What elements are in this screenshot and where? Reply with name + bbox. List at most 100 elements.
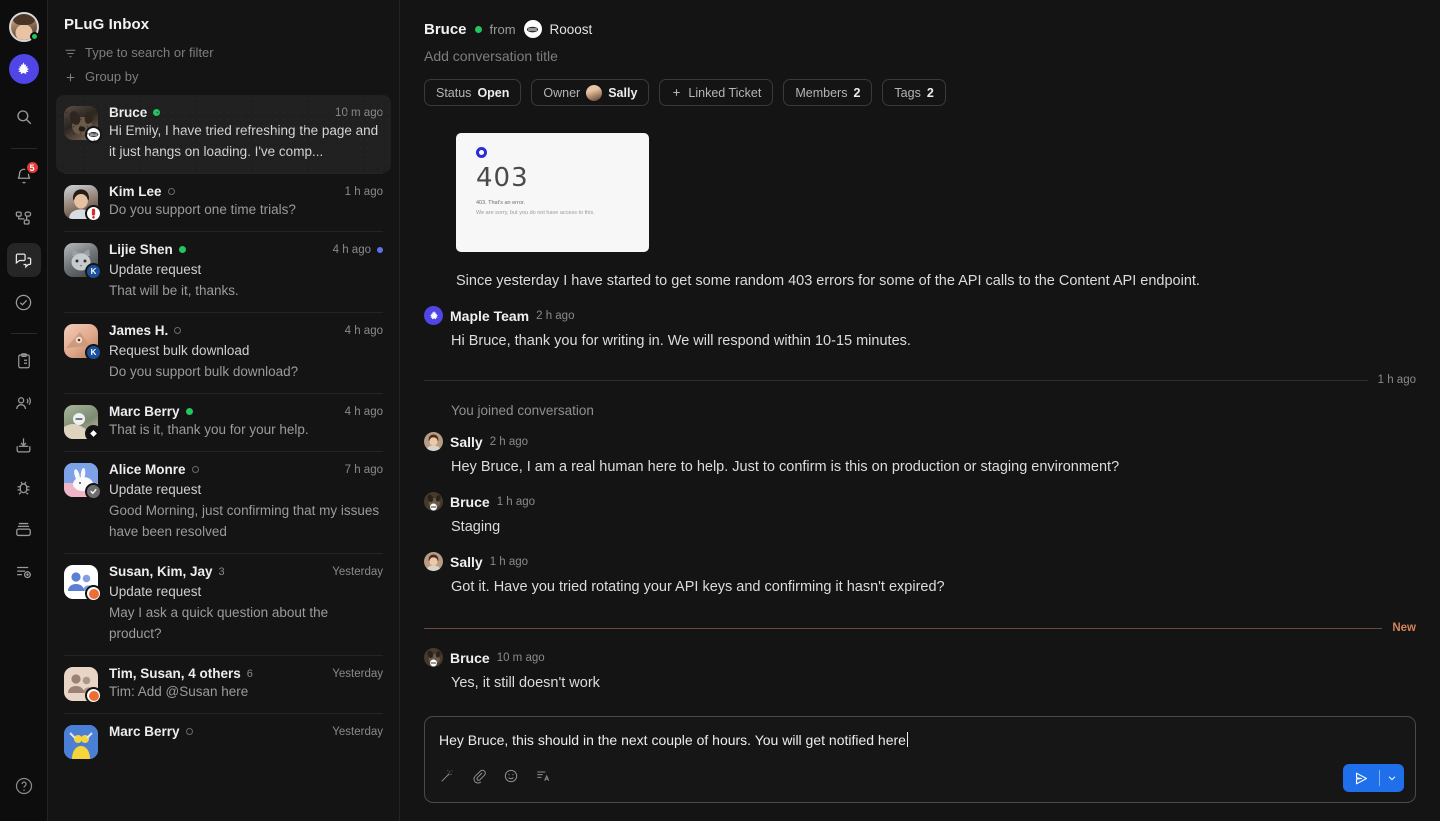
list-item[interactable]: Marc Berry Yesterday — [56, 714, 391, 770]
list-item-time: 4 h ago — [333, 244, 383, 256]
list-item[interactable]: Alice Monre 7 h ago Update request Good Mor… — [56, 452, 391, 553]
search-input[interactable]: Type to search or filter — [48, 41, 399, 65]
list-item-body: Bruce 10 m ago Hi Emily, I have tried refr… — [109, 105, 383, 162]
sidebar-item-workflows[interactable] — [7, 201, 41, 235]
app-root: 5 PLuG Inbox Type to search or filter Gr… — [0, 0, 1440, 821]
list-item[interactable]: Susan, Kim, Jay 3 Yesterday Update request M… — [56, 554, 391, 655]
text-caret — [906, 732, 908, 747]
sidebar-item-downloads[interactable] — [7, 428, 41, 462]
list-item-subject: Request bulk download — [109, 343, 250, 358]
conversation-panel: Bruce from Rooost Add conversation title… — [400, 0, 1440, 821]
chip-tags[interactable]: Tags 2 — [882, 79, 946, 106]
list-item-body: Lijie Shen 4 h ago Update request That will… — [109, 242, 383, 301]
message: Maple Team 2 h ago Hi Bruce, thank you for… — [424, 306, 1416, 352]
avatar — [64, 725, 98, 759]
chip-value: Open — [477, 85, 510, 100]
attachment-403-screenshot[interactable]: 403 403. That's an error. We are sorry, … — [456, 133, 649, 252]
list-item-snippet: Hi Emily, I have tried refreshing the pa… — [109, 123, 379, 159]
list-item-name: Susan, Kim, Jay — [109, 564, 213, 579]
presence-offline-indicator — [167, 188, 175, 195]
workflow-nodes-icon — [14, 209, 33, 228]
sidebar-item-conversations[interactable] — [6, 243, 41, 277]
help-button[interactable] — [7, 769, 41, 803]
presence-offline-indicator — [191, 466, 199, 473]
rail-divider-2 — [10, 333, 37, 334]
sidebar-item-search[interactable] — [7, 100, 41, 134]
owner-avatar — [586, 84, 603, 101]
list-item[interactable]: Tim, Susan, 4 others 6 Yesterday Tim: Add @… — [56, 656, 391, 713]
message-time: 2 h ago — [489, 435, 529, 448]
brand-logo-maple[interactable] — [8, 54, 39, 84]
message-author: Maple Team — [450, 307, 530, 324]
message-composer[interactable]: Hey Bruce, this should in the next coupl… — [424, 716, 1416, 803]
list-item-header: Susan, Kim, Jay 3 Yesterday — [109, 564, 383, 579]
message-body: Yes, it still doesn't work — [451, 675, 600, 691]
avatar — [64, 463, 102, 500]
divider-line — [424, 379, 1368, 381]
conversation-header: Bruce from Rooost Add conversation title… — [400, 0, 1440, 106]
chip-owner[interactable]: Owner Sally — [531, 79, 650, 106]
presence-online-indicator — [153, 109, 161, 116]
paperclip-icon[interactable] — [471, 768, 487, 784]
filter-icon — [64, 47, 77, 60]
conversation-list[interactable]: Bruce 10 m ago Hi Emily, I have tried refr… — [48, 89, 399, 821]
list-item-subject: Update request — [109, 584, 202, 599]
error-logo-icon — [476, 147, 487, 158]
chip-linked-ticket[interactable]: Linked Ticket — [659, 79, 774, 106]
list-item-body: Marc Berry 4 h ago That is it, thank you f… — [109, 404, 383, 440]
chip-status[interactable]: Status Open — [424, 79, 522, 106]
error-line-2: We are sorry, but you do not have access… — [476, 210, 595, 216]
list-item[interactable]: K Lijie Shen 4 h ago Update request That wil… — [56, 232, 391, 312]
org-name: Rooost — [549, 21, 593, 37]
list-item-header: Marc Berry Yesterday — [109, 724, 383, 739]
chip-members[interactable]: Members 2 — [783, 79, 873, 106]
conversation-title-input[interactable]: Add conversation title — [424, 48, 1416, 64]
avatar — [424, 432, 443, 451]
check-circle-icon — [14, 293, 33, 312]
icon-rail: 5 — [0, 0, 48, 821]
list-item-time: 1 h ago — [344, 185, 383, 198]
chip-label: Tags — [894, 85, 921, 100]
participant-count: 6 — [246, 667, 253, 680]
send-button[interactable] — [1343, 764, 1404, 792]
page-title: PLuG Inbox — [64, 16, 150, 33]
list-item-time: Yesterday — [332, 565, 383, 578]
sidebar-item-issues[interactable] — [7, 470, 41, 504]
system-event: You joined conversation — [451, 403, 594, 418]
list-item-body: Alice Monre 7 h ago Update request Good Mor… — [109, 462, 383, 542]
list-item[interactable]: Kim Lee 1 h ago Do you support one time tr… — [56, 174, 391, 231]
list-item[interactable]: Bruce 10 m ago Hi Emily, I have tried refr… — [56, 95, 391, 173]
message-body: Hey Bruce, I am a real human here to hel… — [451, 459, 1120, 475]
chip-label: Members — [795, 85, 848, 100]
composer-input[interactable]: Hey Bruce, this should in the next coupl… — [439, 730, 1401, 750]
person-broadcast-icon — [14, 394, 33, 413]
avatar — [64, 185, 102, 222]
group-by-button[interactable]: Group by — [48, 65, 399, 89]
emoji-icon[interactable] — [503, 768, 519, 784]
list-item[interactable]: K James H. 4 h ago Request bulk download Do … — [56, 313, 391, 393]
text-format-icon[interactable] — [535, 768, 551, 784]
magic-wand-icon[interactable] — [439, 768, 455, 784]
sidebar-item-notifications[interactable]: 5 — [7, 159, 41, 193]
presence-online-indicator — [185, 408, 193, 415]
composer-area: Hey Bruce, this should in the next coupl… — [400, 702, 1440, 821]
org-avatar — [523, 20, 542, 38]
presence-offline-indicator — [174, 327, 182, 334]
message-thread[interactable]: 403 403. That's an error. We are sorry, … — [400, 106, 1440, 702]
message-author: Bruce — [450, 493, 490, 510]
sidebar-item-new-list[interactable] — [7, 554, 41, 588]
list-item-body: Kim Lee 1 h ago Do you support one time tr… — [109, 184, 383, 220]
list-item[interactable]: Marc Berry 4 h ago That is it, thank you f… — [56, 394, 391, 451]
sidebar-item-contacts[interactable] — [7, 386, 41, 420]
list-item-name: Tim, Susan, 4 others — [109, 666, 241, 681]
sidebar-item-clipboard[interactable] — [7, 344, 41, 378]
sidebar-item-archive[interactable] — [7, 512, 41, 546]
avatar — [64, 106, 102, 143]
list-item-time: Yesterday — [332, 725, 383, 738]
avatar-status-badge — [85, 687, 102, 704]
send-icon[interactable] — [1343, 770, 1379, 787]
list-item-name: Marc Berry — [109, 404, 180, 419]
chevron-down-icon[interactable] — [1380, 773, 1404, 783]
message-author: Bruce — [450, 649, 490, 666]
sidebar-item-tasks[interactable] — [7, 285, 41, 319]
